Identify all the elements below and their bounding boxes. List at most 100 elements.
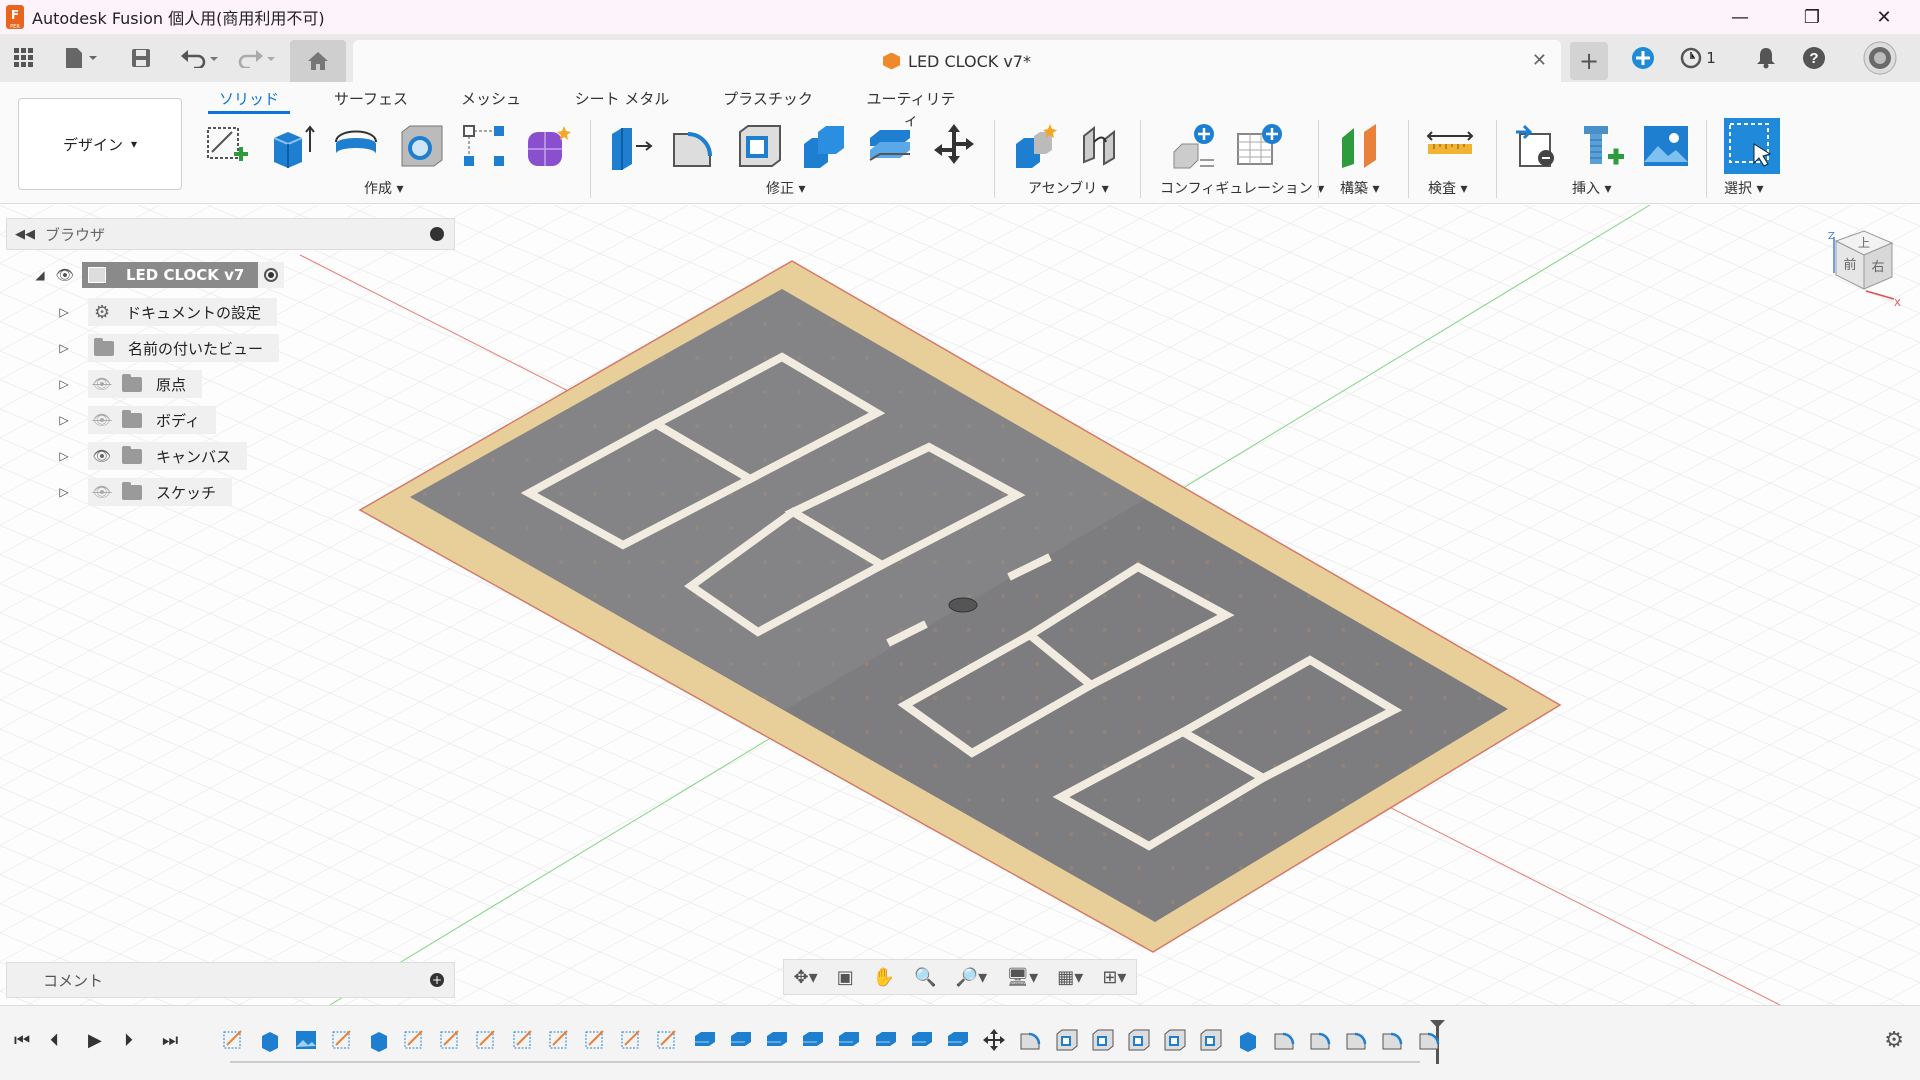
shell-icon[interactable] — [736, 122, 784, 170]
timeline-feature-canvas-icon[interactable] — [294, 1028, 318, 1052]
hole-icon[interactable] — [398, 122, 446, 170]
timeline-feature-box-icon[interactable] — [837, 1028, 861, 1052]
timeline-feature-box-icon[interactable] — [693, 1028, 717, 1052]
viewcube-right-face[interactable]: 右 — [1871, 260, 1884, 275]
new-tab-button[interactable]: + — [1570, 42, 1608, 80]
tree-item-bodies[interactable]: ▷ 👁 ボディ — [56, 406, 216, 434]
select-tool-button[interactable] — [1724, 118, 1780, 174]
viewcube[interactable]: 上 前 右 Z X — [1806, 227, 1906, 307]
redo-icon[interactable] — [234, 44, 278, 72]
modify-group-label[interactable]: 修正 ▾ — [766, 178, 805, 198]
expand-triangle-icon[interactable]: ▷ — [56, 341, 72, 355]
pan-hand-icon[interactable]: ✋ — [873, 967, 895, 988]
tab-utility[interactable]: ユーティリティ — [860, 88, 962, 129]
timeline-feature-box-icon[interactable] — [801, 1028, 825, 1052]
timeline-feature-shell-icon[interactable] — [1199, 1028, 1223, 1052]
workspace-switcher-button[interactable]: デザイン ▾ — [18, 98, 182, 190]
rectangular-pattern-icon[interactable] — [460, 122, 508, 170]
notifications-bell-icon[interactable] — [1752, 44, 1780, 72]
timeline-feature-sketch-icon[interactable] — [656, 1028, 680, 1052]
construct-group-label[interactable]: 構築 ▾ — [1340, 178, 1379, 198]
app-grid-icon[interactable] — [10, 44, 38, 72]
expand-triangle-icon[interactable]: ▷ — [56, 413, 72, 427]
insert-canvas-icon[interactable] — [1642, 122, 1690, 170]
press-pull-icon[interactable] — [606, 122, 654, 170]
tree-root-row[interactable]: ◢ 👁 LED CLOCK v7 — [32, 261, 285, 289]
minimize-browser-icon[interactable] — [430, 227, 444, 241]
timeline-feature-box-icon[interactable] — [910, 1028, 934, 1052]
tree-item-document-settings[interactable]: ▷ ⚙ ドキュメントの設定 — [56, 298, 278, 326]
tab-mesh[interactable]: メッシュ — [450, 88, 532, 114]
timeline-feature-sketch-icon[interactable] — [331, 1028, 355, 1052]
create-sketch-icon[interactable] — [204, 122, 252, 170]
look-at-icon[interactable]: ▣ — [837, 967, 854, 988]
expand-triangle-icon[interactable]: ▷ — [56, 449, 72, 463]
measure-icon[interactable] — [1426, 122, 1474, 170]
tab-surface[interactable]: サーフェス — [330, 88, 412, 114]
visibility-eye-icon[interactable]: 👁 — [48, 266, 82, 284]
inspect-group-label[interactable]: 検査 ▾ — [1428, 178, 1467, 198]
timeline-feature-extrude-icon[interactable] — [1236, 1028, 1260, 1052]
expand-triangle-icon[interactable]: ▷ — [56, 485, 72, 499]
new-component-icon[interactable] — [1012, 122, 1060, 170]
timeline-feature-sketch-icon[interactable] — [222, 1028, 246, 1052]
timeline-settings-gear-icon[interactable]: ⚙ — [1884, 1028, 1904, 1053]
create-group-label[interactable]: 作成 ▾ — [364, 178, 403, 198]
tab-sheet-metal[interactable]: シート メタル — [570, 88, 674, 114]
timeline-feature-box-icon[interactable] — [874, 1028, 898, 1052]
browser-panel-header[interactable]: ◀◀ ブラウザ — [6, 218, 455, 250]
viewcube-top-face[interactable]: 上 — [1858, 236, 1870, 250]
tree-item-canvases[interactable]: ▷ 👁 キャンバス — [56, 442, 248, 470]
extensions-icon[interactable] — [1628, 44, 1658, 72]
timeline-feature-shell-icon[interactable] — [1163, 1028, 1187, 1052]
timeline-feature-fillet-icon[interactable] — [1272, 1028, 1296, 1052]
timeline-feature-sketch-icon[interactable] — [620, 1028, 644, 1052]
hidden-eye-icon[interactable]: 👁 — [88, 483, 116, 501]
offset-plane-icon[interactable] — [1338, 122, 1386, 170]
timeline-feature-box-icon[interactable] — [729, 1028, 753, 1052]
home-tab[interactable] — [290, 40, 346, 82]
activate-component-radio[interactable] — [258, 262, 285, 288]
revolve-icon[interactable] — [332, 122, 380, 170]
timeline-feature-fillet-icon[interactable] — [1380, 1028, 1404, 1052]
visibility-eye-icon[interactable]: 👁 — [88, 447, 116, 465]
timeline-feature-move-icon[interactable] — [982, 1028, 1006, 1052]
go-to-end-icon[interactable]: ⏭ — [162, 1030, 178, 1051]
hidden-eye-icon[interactable]: 👁 — [88, 375, 116, 393]
timeline-feature-fillet-icon[interactable] — [1344, 1028, 1368, 1052]
collapse-browser-icon[interactable]: ◀◀ — [15, 227, 35, 242]
undo-icon[interactable] — [178, 44, 222, 72]
timeline-feature-sketch-icon[interactable] — [512, 1028, 536, 1052]
timeline-feature-sketch-icon[interactable] — [548, 1028, 572, 1052]
insert-mcmaster-icon[interactable] — [1578, 122, 1626, 170]
close-window-button[interactable]: ✕ — [1848, 0, 1920, 34]
save-icon[interactable] — [128, 44, 154, 72]
extrude-icon[interactable] — [268, 122, 316, 170]
job-status-button[interactable]: 1 — [1676, 44, 1720, 72]
configure-group-label[interactable]: コンフィギュレーション ▾ — [1160, 178, 1324, 198]
tree-item-sketches[interactable]: ▷ 👁 スケッチ — [56, 478, 233, 506]
viewports-icon[interactable]: ⊞▾ — [1102, 967, 1126, 988]
timeline-feature-fillet-icon[interactable] — [1417, 1028, 1441, 1052]
document-tab[interactable]: LED CLOCK v7* ✕ — [353, 40, 1561, 82]
move-copy-icon[interactable] — [930, 122, 978, 170]
add-comment-icon[interactable]: + — [430, 973, 444, 987]
model-canvas[interactable] — [0, 205, 1920, 1005]
orbit-icon[interactable]: ✥▾ — [794, 967, 818, 988]
tree-item-named-views[interactable]: ▷ 名前の付いたビュー — [56, 334, 280, 362]
user-avatar[interactable] — [1862, 41, 1898, 75]
tree-item-origin[interactable]: ▷ 👁 原点 — [56, 370, 203, 398]
expand-triangle-icon[interactable]: ▷ — [56, 305, 72, 319]
timeline-feature-extrude-icon[interactable] — [367, 1028, 391, 1052]
timeline-feature-shell-icon[interactable] — [1091, 1028, 1115, 1052]
grid-settings-icon[interactable]: ▦▾ — [1057, 967, 1083, 988]
select-group-label[interactable]: 選択 ▾ — [1724, 178, 1763, 198]
timeline-feature-extrude-icon[interactable] — [258, 1028, 282, 1052]
timeline-feature-fillet-icon[interactable] — [1308, 1028, 1332, 1052]
form-icon[interactable] — [524, 122, 572, 170]
timeline-feature-shell-icon[interactable] — [1055, 1028, 1079, 1052]
joint-icon[interactable] — [1076, 122, 1124, 170]
minimize-button[interactable]: — — [1704, 0, 1776, 34]
combine-icon[interactable] — [800, 122, 848, 170]
tab-solid[interactable]: ソリッド — [208, 88, 290, 114]
